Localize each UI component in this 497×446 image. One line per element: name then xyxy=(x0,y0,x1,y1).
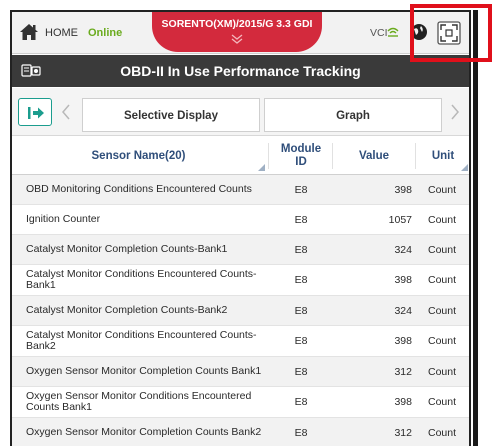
module-header-line1: Module xyxy=(280,143,322,155)
sensor-value: 398 xyxy=(394,274,412,286)
sensor-value: 398 xyxy=(394,183,412,196)
column-divider xyxy=(332,143,333,169)
sensor-unit: Count xyxy=(427,213,457,226)
module-id: E8 xyxy=(294,213,308,226)
sensor-name: Oxygen Sensor Monitor Completion Counts … xyxy=(26,365,262,377)
sensor-unit: Count xyxy=(427,365,457,378)
module-header-text: Module ID xyxy=(281,143,321,169)
module-id: E8 xyxy=(294,243,308,256)
sensor-name: OBD Monitoring Conditions Encountered Co… xyxy=(26,183,252,195)
table-row[interactable]: Catalyst Monitor Completion Counts-Bank1… xyxy=(12,235,469,265)
sensor-value: 312 xyxy=(394,365,412,378)
exit-icon xyxy=(28,107,44,119)
sensor-unit: Count xyxy=(427,274,457,286)
module-id: E8 xyxy=(294,335,308,347)
sensor-value: 312 xyxy=(394,426,412,439)
annotation-highlight-box xyxy=(410,4,492,62)
sensor-unit: Count xyxy=(427,426,457,439)
sensor-value: 398 xyxy=(394,335,412,347)
sensor-name: Catalyst Monitor Conditions Encountered … xyxy=(26,268,257,291)
sensor-value: 1057 xyxy=(388,213,412,226)
scan-tool-screen: HOME Online SORENTO(XM)/2015/G 3.3 GDI V… xyxy=(10,10,471,446)
title-bar: OBD-II In Use Performance Tracking xyxy=(12,55,469,87)
table-row[interactable]: Oxygen Sensor Monitor Completion Counts … xyxy=(12,418,469,446)
column-header-module-id[interactable]: Module ID xyxy=(271,137,331,175)
module-id: E8 xyxy=(294,396,308,408)
selective-display-button[interactable]: Selective Display xyxy=(82,98,260,132)
chevron-right-icon[interactable] xyxy=(449,101,461,123)
sort-icon xyxy=(258,164,265,171)
table-row[interactable]: OBD Monitoring Conditions Encountered Co… xyxy=(12,175,469,205)
page-title: OBD-II In Use Performance Tracking xyxy=(120,63,361,79)
module-id: E8 xyxy=(294,183,308,196)
top-bar: HOME Online SORENTO(XM)/2015/G 3.3 GDI V… xyxy=(12,12,469,54)
graph-button[interactable]: Graph xyxy=(264,98,442,132)
sort-icon xyxy=(461,164,468,171)
online-status: Online xyxy=(88,27,123,39)
module-header-line2: ID xyxy=(295,156,307,168)
chevron-down-icon xyxy=(231,34,243,44)
table-header: Sensor Name(20) Module ID Value Unit xyxy=(12,137,469,175)
sensor-name: Oxygen Sensor Monitor Completion Counts … xyxy=(26,426,262,438)
sensor-unit: Count xyxy=(427,304,457,317)
column-header-value[interactable]: Value xyxy=(334,137,414,175)
chevron-left-icon[interactable] xyxy=(60,101,72,123)
module-id: E8 xyxy=(294,274,308,286)
table-row[interactable]: Catalyst Monitor Conditions Encountered … xyxy=(12,265,469,296)
column-divider xyxy=(415,143,416,169)
table-row[interactable]: Catalyst Monitor Conditions Encountered … xyxy=(12,326,469,357)
vci-signal-icon xyxy=(387,27,399,37)
table-row[interactable]: Oxygen Sensor Monitor Conditions Encount… xyxy=(12,387,469,418)
sensor-name: Oxygen Sensor Monitor Conditions Encount… xyxy=(26,390,252,413)
sensor-name: Ignition Counter xyxy=(26,213,101,225)
sensor-table: OBD Monitoring Conditions Encountered Co… xyxy=(12,175,469,446)
home-label[interactable]: HOME xyxy=(45,27,78,39)
sensor-unit: Count xyxy=(427,183,457,196)
sensor-unit: Count xyxy=(427,335,457,347)
sensor-unit: Count xyxy=(427,243,457,256)
module-id: E8 xyxy=(294,365,308,378)
column-divider xyxy=(268,143,269,169)
module-id: E8 xyxy=(294,426,308,439)
vehicle-info-tab[interactable]: SORENTO(XM)/2015/G 3.3 GDI xyxy=(152,12,322,52)
module-id: E8 xyxy=(294,304,308,317)
vehicle-name: SORENTO(XM)/2015/G 3.3 GDI xyxy=(161,18,313,30)
sensor-unit: Count xyxy=(427,396,457,408)
table-row[interactable]: Oxygen Sensor Monitor Completion Counts … xyxy=(12,357,469,387)
sensor-name: Catalyst Monitor Completion Counts-Bank1 xyxy=(26,243,228,255)
sensor-value: 324 xyxy=(394,243,412,256)
sensor-value: 398 xyxy=(394,396,412,408)
scrollbar[interactable] xyxy=(473,10,478,446)
table-row[interactable]: Ignition Counter E8 1057 Count xyxy=(12,205,469,235)
sensor-value: 324 xyxy=(394,304,412,317)
table-row[interactable]: Catalyst Monitor Completion Counts-Bank2… xyxy=(12,296,469,326)
sensor-name: Catalyst Monitor Conditions Encountered … xyxy=(26,329,257,352)
home-icon[interactable] xyxy=(19,23,39,41)
sensor-name: Catalyst Monitor Completion Counts-Bank2 xyxy=(26,304,228,316)
toolbar: Selective Display Graph xyxy=(12,88,469,136)
vci-label: VCI xyxy=(370,27,388,39)
column-header-sensor-name[interactable]: Sensor Name(20) xyxy=(12,137,265,175)
exit-button[interactable] xyxy=(18,98,52,126)
